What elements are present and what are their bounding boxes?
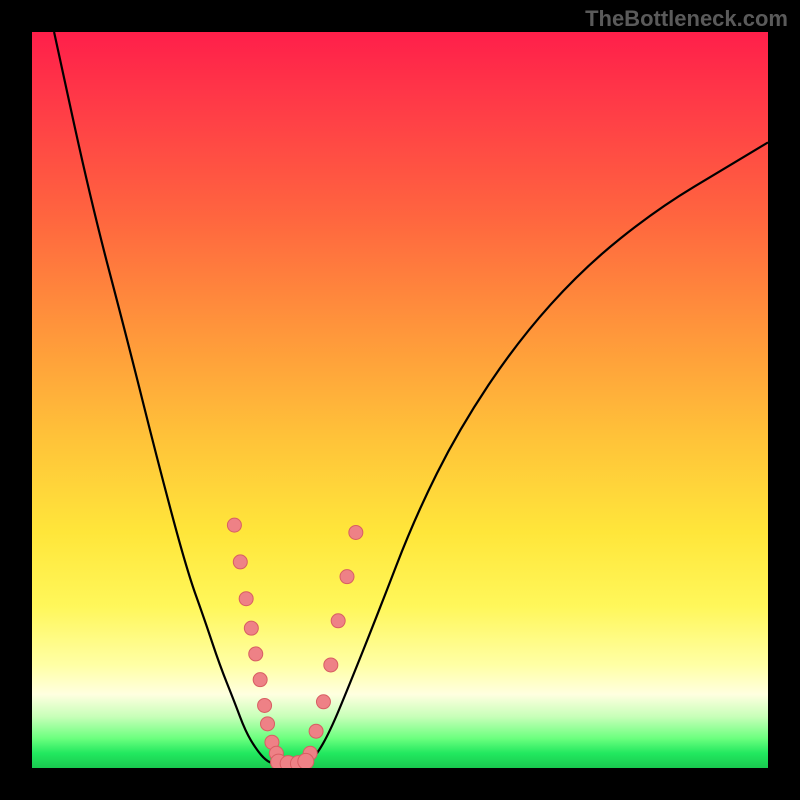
data-marker (227, 518, 241, 532)
chart-background (32, 32, 768, 768)
data-marker (239, 592, 253, 606)
left-descending-curve (54, 32, 275, 764)
data-marker (233, 555, 247, 569)
right-ascending-curve (304, 142, 768, 764)
data-marker (331, 614, 345, 628)
data-marker (309, 724, 323, 738)
data-marker (340, 570, 354, 584)
data-marker (298, 753, 314, 768)
chart-svg (32, 32, 768, 768)
data-marker (349, 525, 363, 539)
data-marker (258, 698, 272, 712)
data-marker (324, 658, 338, 672)
data-marker (244, 621, 258, 635)
markers-valley-floor-group (271, 753, 314, 768)
markers-left-group (227, 518, 283, 760)
watermark-text: TheBottleneck.com (585, 6, 788, 32)
data-marker (261, 717, 275, 731)
data-marker (316, 695, 330, 709)
data-marker (249, 647, 263, 661)
data-marker (253, 673, 267, 687)
